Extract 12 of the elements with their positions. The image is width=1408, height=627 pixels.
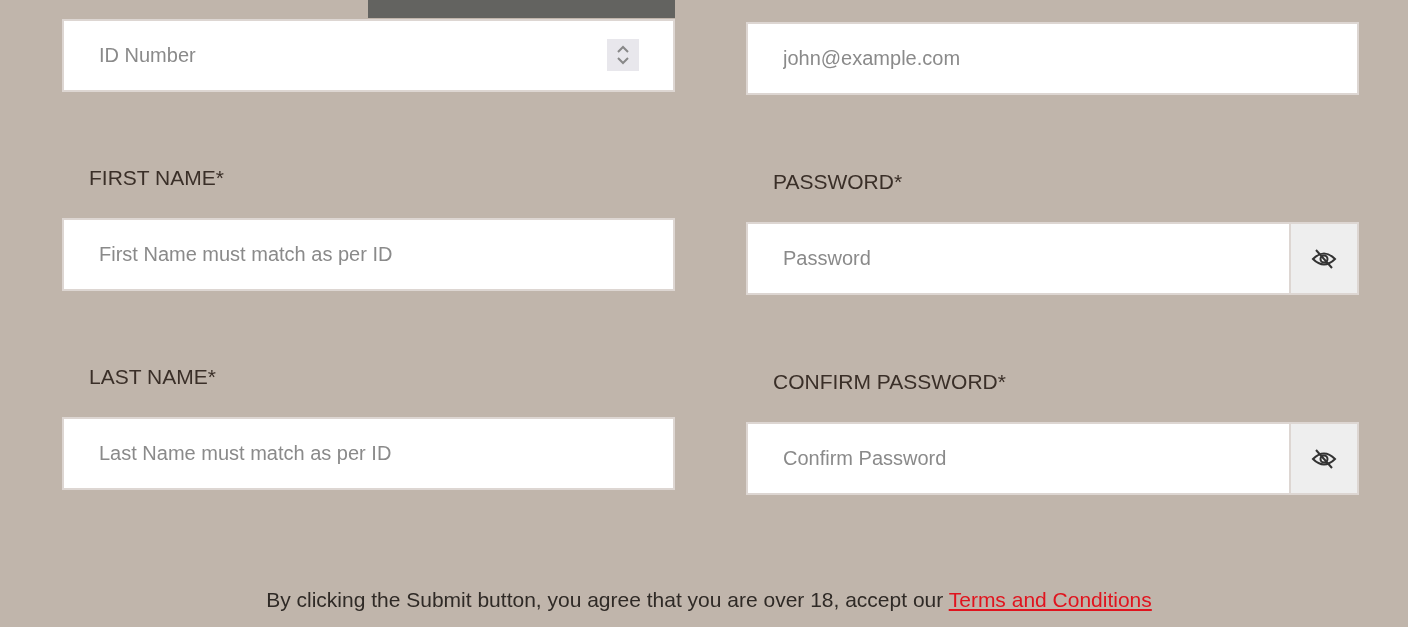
number-field[interactable]: ID Number <box>62 19 675 92</box>
field-label: FIRST NAME* <box>89 165 225 191</box>
input-field[interactable]: First Name must match as per ID <box>62 218 675 291</box>
eye-hidden-icon[interactable] <box>1289 224 1357 293</box>
email-field[interactable]: john@example.com <box>746 22 1359 95</box>
field-label: LAST NAME* <box>89 364 217 390</box>
terms-link[interactable]: Terms and Conditions <box>948 588 1152 611</box>
input-field[interactable]: Last Name must match as per ID <box>62 417 675 490</box>
field-label: CONFIRM PASSWORD* <box>773 369 1007 395</box>
agreement-text: By clicking the Submit button, you agree that you are over 18, accept our Terms and Conditions <box>265 588 1153 612</box>
eye-hidden-icon[interactable] <box>1289 424 1357 493</box>
field-label: PASSWORD* <box>773 169 904 195</box>
